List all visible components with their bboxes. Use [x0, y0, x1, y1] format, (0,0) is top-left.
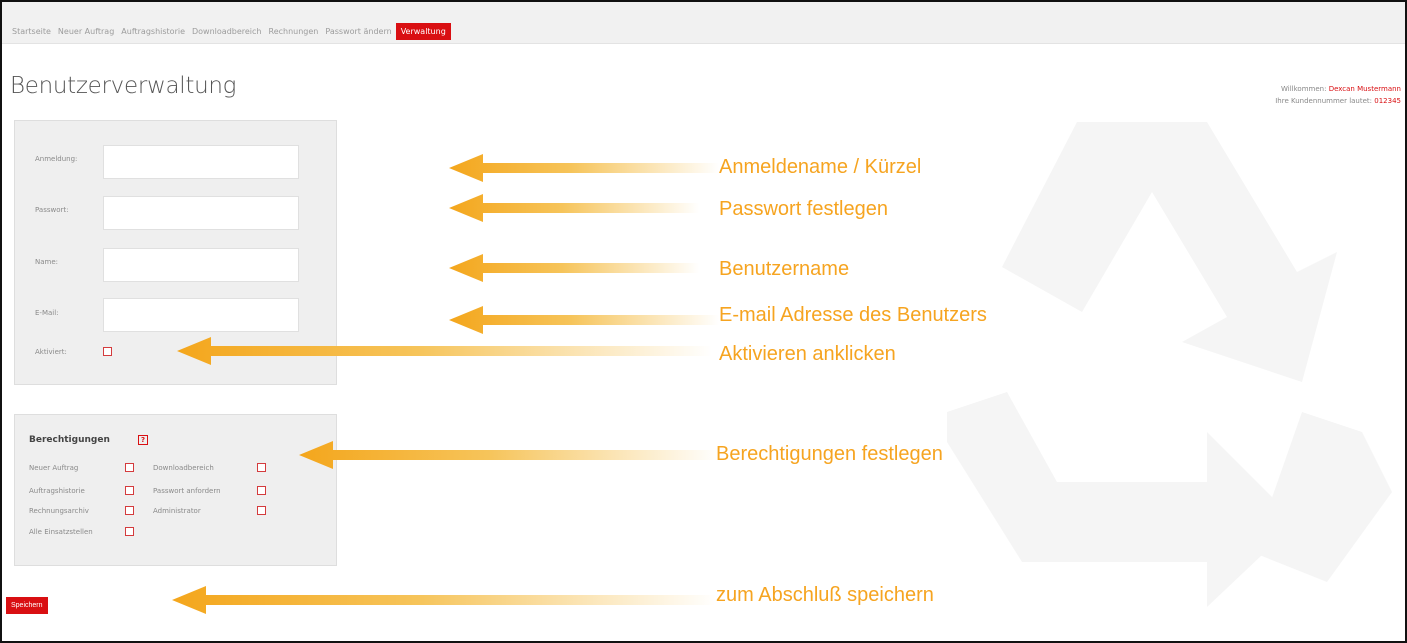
perm-alle-einsatzstellen-label: Alle Einsatzstellen [29, 528, 93, 536]
perm-auftragshistorie-checkbox[interactable] [125, 486, 134, 495]
note-permissions: Berechtigungen festlegen [716, 443, 943, 465]
perm-passwort-anfordern-checkbox[interactable] [257, 486, 266, 495]
arrow-password [449, 194, 699, 222]
email-label: E-Mail: [35, 309, 59, 317]
welcome-name: Dexcan Mustermann [1328, 85, 1401, 93]
arrow-email [449, 306, 719, 334]
save-button[interactable]: Speichern [6, 597, 48, 614]
nav-verwaltung[interactable]: Verwaltung [395, 23, 451, 40]
arrow-permissions [299, 441, 719, 469]
perm-rechnungsarchiv-checkbox[interactable] [125, 506, 134, 515]
perm-downloadbereich-label: Downloadbereich [153, 464, 214, 472]
perm-administrator-label: Administrator [153, 507, 201, 515]
top-navigation: Startseite Neuer Auftrag Auftragshistori… [2, 2, 1405, 44]
arrow-save [172, 586, 717, 614]
nav-passwort-aendern[interactable]: Passwort ändern [325, 27, 391, 36]
arrow-activate [177, 337, 712, 365]
welcome-block: Willkommen: Dexcan Mustermann Ihre Kunde… [1275, 83, 1401, 107]
page-title: Benutzerverwaltung [10, 73, 237, 99]
perm-rechnungsarchiv-label: Rechnungsarchiv [29, 507, 89, 515]
help-icon[interactable]: ? [138, 435, 148, 445]
perm-neuer-auftrag-checkbox[interactable] [125, 463, 134, 472]
note-email: E-mail Adresse des Benutzers [719, 304, 987, 326]
note-activate: Aktivieren anklicken [719, 343, 896, 365]
arrow-login [449, 154, 719, 182]
customer-number: 012345 [1374, 97, 1401, 105]
permissions-panel: Berechtigungen ? Neuer Auftrag Downloadb… [14, 414, 337, 566]
nav-items: Startseite Neuer Auftrag Auftragshistori… [12, 23, 458, 40]
note-login: Anmeldename / Kürzel [719, 156, 922, 178]
recycle-watermark-icon [947, 122, 1392, 607]
activated-checkbox[interactable] [103, 347, 112, 356]
nav-startseite[interactable]: Startseite [12, 27, 51, 36]
nav-rechnungen[interactable]: Rechnungen [269, 27, 319, 36]
perm-downloadbereich-checkbox[interactable] [257, 463, 266, 472]
name-input[interactable] [103, 248, 299, 282]
login-input[interactable] [103, 145, 299, 179]
customer-prefix: Ihre Kundennummer lautet: [1275, 97, 1373, 105]
permissions-title: Berechtigungen [29, 435, 110, 445]
welcome-line: Willkommen: Dexcan Mustermann [1275, 83, 1401, 95]
welcome-prefix: Willkommen: [1281, 85, 1327, 93]
password-input[interactable] [103, 196, 299, 230]
note-password: Passwort festlegen [719, 198, 888, 220]
activated-label: Aktiviert: [35, 348, 67, 356]
perm-auftragshistorie-label: Auftragshistorie [29, 487, 85, 495]
perm-administrator-checkbox[interactable] [257, 506, 266, 515]
nav-downloadbereich[interactable]: Downloadbereich [192, 27, 262, 36]
screenshot-frame: Startseite Neuer Auftrag Auftragshistori… [0, 0, 1407, 643]
note-name: Benutzername [719, 258, 850, 280]
perm-neuer-auftrag-label: Neuer Auftrag [29, 464, 79, 472]
password-label: Passwort: [35, 206, 69, 214]
arrow-name [449, 254, 699, 282]
note-save: zum Abschluß speichern [716, 584, 934, 606]
nav-auftragshistorie[interactable]: Auftragshistorie [121, 27, 185, 36]
login-label: Anmeldung: [35, 155, 78, 163]
name-label: Name: [35, 258, 59, 266]
customer-line: Ihre Kundennummer lautet: 012345 [1275, 95, 1401, 107]
nav-neuer-auftrag[interactable]: Neuer Auftrag [58, 27, 114, 36]
perm-passwort-anfordern-label: Passwort anfordern [153, 487, 221, 495]
perm-alle-einsatzstellen-checkbox[interactable] [125, 527, 134, 536]
email-input[interactable] [103, 298, 299, 332]
